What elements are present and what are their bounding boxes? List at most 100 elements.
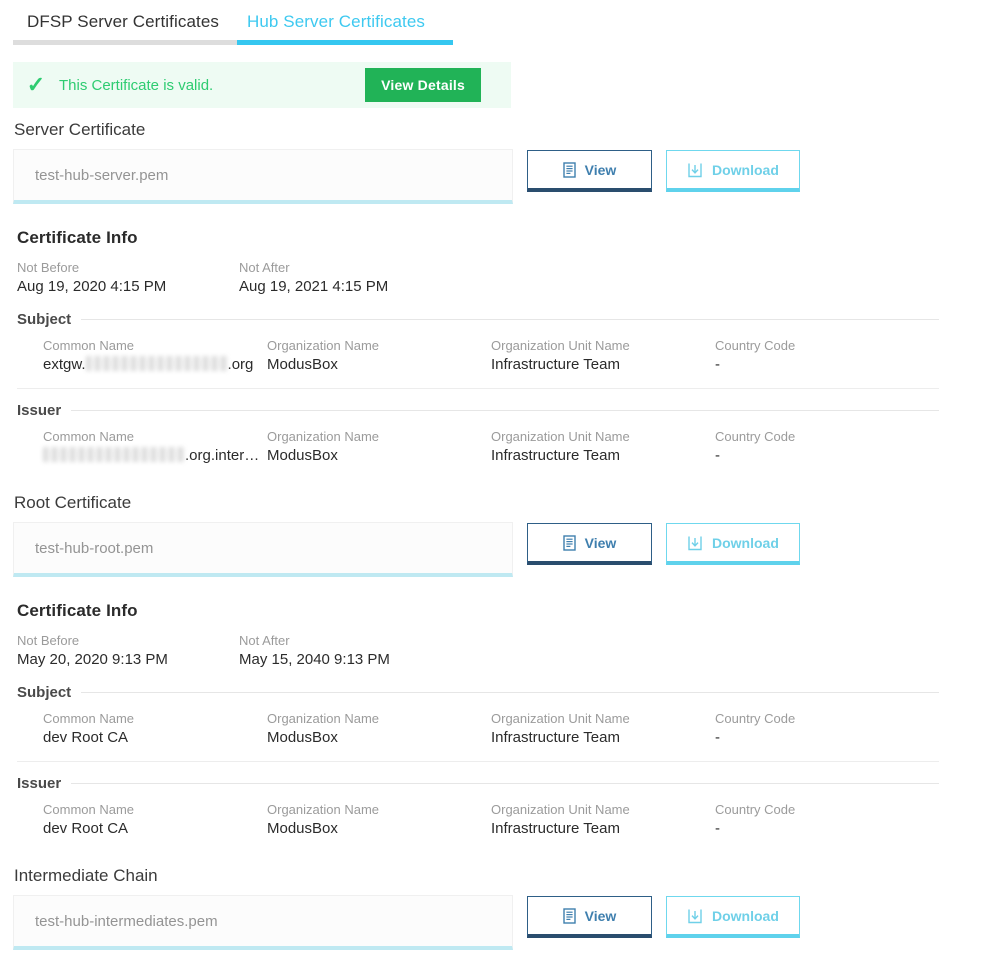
common-name-label: Common Name (43, 429, 135, 444)
country-code-value: - (715, 356, 720, 373)
organization-unit-name-label: Organization Unit Name (491, 711, 630, 726)
organization-name-cell: Organization Name ModusBox (267, 710, 491, 749)
not-before-value: May 20, 2020 9:13 PM (17, 651, 168, 668)
country-code-cell: Country Code - (715, 710, 939, 749)
tab-bar: DFSP Server Certificates Hub Server Cert… (0, 0, 989, 40)
organization-unit-name-value: Infrastructure Team (491, 729, 620, 746)
certificate-validity-banner: ✓ This Certificate is valid. View Detail… (13, 62, 511, 108)
file-actions: View Download (527, 896, 800, 938)
organization-name-value: ModusBox (267, 447, 338, 464)
country-code-label: Country Code (715, 711, 796, 726)
organization-unit-name-label: Organization Unit Name (491, 338, 630, 353)
file-row: test-hub-root.pem View Download (0, 522, 968, 577)
organization-name-value: ModusBox (267, 356, 338, 373)
validity-dates: Not Before May 20, 2020 9:13 PM Not Afte… (17, 632, 968, 671)
view-details-button[interactable]: View Details (365, 68, 481, 102)
country-code-label: Country Code (715, 338, 796, 353)
file-actions: View Download (527, 523, 800, 565)
download-button[interactable]: Download (666, 896, 800, 938)
country-code-cell: Country Code - (715, 428, 939, 467)
common-name-label: Common Name (43, 802, 135, 817)
tab-underline-dfsp (13, 40, 237, 45)
organization-name-label: Organization Name (267, 711, 379, 726)
organization-unit-name-cell: Organization Unit Name Infrastructure Te… (491, 710, 715, 749)
country-code-value: - (715, 820, 720, 837)
organization-name-value: ModusBox (267, 820, 338, 837)
tab-hub-server-certificates[interactable]: Hub Server Certificates (233, 13, 439, 40)
tab-dfsp-server-certificates[interactable]: DFSP Server Certificates (13, 13, 233, 40)
not-before-cell: Not Before May 20, 2020 9:13 PM (17, 632, 239, 671)
common-name-cell: Common Name .org.inter… (43, 428, 267, 467)
organization-name-cell: Organization Name ModusBox (267, 428, 491, 467)
download-button[interactable]: Download (666, 150, 800, 192)
country-code-label: Country Code (715, 802, 796, 817)
view-button-label: View (584, 534, 617, 551)
view-button-label: View (584, 161, 617, 178)
section-title: Server Certificate (14, 120, 146, 139)
organization-unit-name-cell: Organization Unit Name Infrastructure Te… (491, 801, 715, 840)
view-button[interactable]: View (527, 896, 652, 938)
subject-group-header: Subject (17, 311, 968, 328)
issuer-group-header: Issuer (17, 775, 968, 792)
organization-unit-name-label: Organization Unit Name (491, 802, 630, 817)
organization-name-cell: Organization Name ModusBox (267, 337, 491, 376)
download-button-label: Download (712, 161, 779, 178)
common-name-cell: Common Name dev Root CA (43, 710, 267, 749)
common-name-label: Common Name (43, 338, 135, 353)
not-after-value: Aug 19, 2021 4:15 PM (239, 278, 389, 295)
country-code-value: - (715, 729, 720, 746)
common-name-cell: Common Name extgw. .org (43, 337, 267, 376)
download-button[interactable]: Download (666, 523, 800, 565)
organization-name-cell: Organization Name ModusBox (267, 801, 491, 840)
divider (71, 783, 939, 784)
country-code-value: - (715, 447, 720, 464)
common-name-value: extgw. .org (43, 354, 267, 376)
not-after-cell: Not After Aug 19, 2021 4:15 PM (239, 259, 461, 298)
divider (71, 410, 939, 411)
not-before-value: Aug 19, 2020 4:15 PM (17, 278, 167, 295)
section-title: Intermediate Chain (14, 866, 158, 885)
document-icon (562, 907, 576, 924)
country-code-label: Country Code (715, 429, 796, 444)
view-button[interactable]: View (527, 523, 652, 565)
file-row: test-hub-intermediates.pem View Download (0, 895, 800, 950)
organization-unit-name-label: Organization Unit Name (491, 429, 630, 444)
common-name-value: dev Root CA (43, 729, 129, 746)
subject-group-header: Subject (17, 684, 968, 701)
view-button[interactable]: View (527, 150, 652, 192)
check-icon: ✓ (26, 72, 46, 97)
server-certificate-file-input[interactable]: test-hub-server.pem (13, 149, 513, 204)
document-icon (562, 161, 576, 178)
redacted-text (43, 447, 185, 462)
not-after-label: Not After (239, 633, 290, 648)
organization-unit-name-value: Infrastructure Team (491, 356, 620, 373)
validity-dates: Not Before Aug 19, 2020 4:15 PM Not Afte… (17, 259, 968, 298)
not-after-value: May 15, 2040 9:13 PM (239, 651, 390, 668)
intermediate-chain-file-input[interactable]: test-hub-intermediates.pem (13, 895, 513, 950)
subject-fields: Common Name dev Root CA Organization Nam… (17, 710, 939, 762)
common-name-suffix: .org.inter… (185, 447, 260, 464)
certificate-info: Certificate Info Not Before Aug 19, 2020… (0, 228, 968, 467)
certificate-info-title: Certificate Info (17, 228, 138, 247)
not-after-cell: Not After May 15, 2040 9:13 PM (239, 632, 461, 671)
issuer-fields: Common Name .org.inter… Organization Nam… (17, 428, 968, 467)
common-name-value: dev Root CA (43, 820, 129, 837)
redacted-text (85, 356, 228, 371)
view-button-label: View (584, 907, 617, 924)
organization-name-label: Organization Name (267, 338, 379, 353)
file-row: test-hub-server.pem View Download (0, 149, 968, 204)
tab-underline-hub (237, 40, 453, 45)
file-actions: View Download (527, 150, 800, 192)
download-icon (687, 162, 703, 178)
not-after-label: Not After (239, 260, 290, 275)
organization-name-value: ModusBox (267, 729, 338, 746)
download-button-label: Download (712, 534, 779, 551)
issuer-label: Issuer (17, 402, 62, 419)
section-root-certificate: Root Certificate test-hub-root.pem View (0, 493, 968, 840)
section-intermediate-chain: Intermediate Chain test-hub-intermediate… (0, 866, 800, 950)
root-certificate-file-input[interactable]: test-hub-root.pem (13, 522, 513, 577)
divider (81, 692, 939, 693)
section-server-certificate: Server Certificate test-hub-server.pem V (0, 120, 968, 467)
organization-name-label: Organization Name (267, 429, 379, 444)
document-icon (562, 534, 576, 551)
